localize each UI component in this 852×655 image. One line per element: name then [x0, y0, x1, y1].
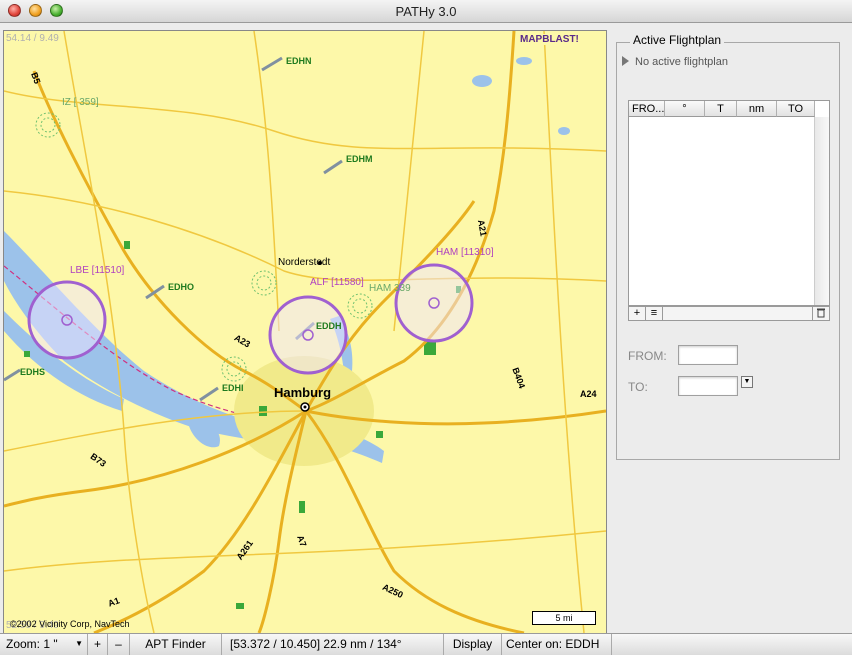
zoom-out-button[interactable]: – [108, 634, 130, 655]
column-header-t[interactable]: T [705, 101, 737, 117]
airport-label-edhn[interactable]: EDHN [286, 56, 312, 66]
from-field[interactable] [678, 345, 738, 365]
title-bar: PATHy 3.0 [0, 0, 852, 23]
airport-label-edhs[interactable]: EDHS [20, 367, 45, 377]
to-dropdown-button[interactable]: ▼ [741, 376, 753, 388]
ndb-label-ham[interactable]: HAM 339 [369, 283, 411, 294]
road-label-a24: A24 [580, 389, 597, 399]
airport-label-edhi[interactable]: EDHI [222, 383, 244, 393]
navaid-label-alf[interactable]: ALF [11580] [310, 277, 364, 288]
from-label: FROM: [628, 349, 667, 363]
airport-label-eddh[interactable]: EDDH [316, 321, 342, 331]
column-header-nm[interactable]: nm [737, 101, 777, 117]
table-scrollbar[interactable] [814, 117, 829, 305]
city-label-norderstedt: Norderstedt [278, 257, 331, 268]
corner-coordinate-top: 54.14 / 9.49 [6, 33, 59, 44]
map-view[interactable]: 54.14 / 9.49 52.59 / 9.49 MAPBLAST! ©200… [3, 30, 607, 634]
flightplan-status[interactable]: No active flightplan [622, 56, 728, 68]
map-copyright: ©2002 Vicinity Corp, NavTech [10, 619, 130, 629]
navaid-label-lbe[interactable]: LBE [11510] [70, 265, 124, 276]
cursor-position-readout: [53.372 / 10.450] 22.9 nm / 134° [222, 634, 444, 655]
to-label: TO: [628, 380, 648, 394]
disclosure-triangle-icon[interactable] [622, 56, 629, 66]
ndb-label-iz[interactable]: IZ [ 359] [62, 97, 99, 108]
airport-label-edho[interactable]: EDHO [168, 282, 194, 292]
flightplan-title: Active Flightplan [630, 33, 725, 47]
zoom-select[interactable]: Zoom: 1 " ▼ [2, 634, 88, 655]
airport-label-edhm[interactable]: EDHM [346, 154, 373, 164]
status-bar: Zoom: 1 " ▼ + – APT Finder [53.372 / 10.… [0, 633, 852, 655]
zoom-value: Zoom: 1 " [6, 637, 58, 651]
mapblast-logo: MAPBLAST! [520, 34, 579, 45]
scale-label: 5 mi [555, 613, 573, 623]
city-label-hamburg: Hamburg [274, 385, 332, 400]
list-view-button[interactable]: ≡ [646, 307, 663, 320]
column-header-from[interactable]: FRO... [629, 101, 665, 117]
column-header-degrees[interactable]: ° [665, 101, 705, 117]
flightplan-table[interactable]: FRO... ° T nm TO [628, 100, 830, 306]
window-title: PATHy 3.0 [395, 4, 457, 19]
display-button[interactable]: Display [444, 634, 502, 655]
to-field[interactable] [678, 376, 738, 396]
table-toolbar: + ≡ [628, 306, 830, 321]
trash-icon[interactable] [812, 307, 829, 320]
column-header-to[interactable]: TO [777, 101, 815, 117]
center-on-button[interactable]: Center on: EDDH [502, 634, 612, 655]
navaid-label-ham[interactable]: HAM [11310] [436, 247, 494, 258]
apt-finder-button[interactable]: APT Finder [130, 634, 222, 655]
flightplan-status-text: No active flightplan [635, 56, 728, 68]
add-waypoint-button[interactable]: + [629, 307, 646, 320]
scale-bar: 5 mi [532, 611, 596, 625]
chevron-down-icon: ▼ [75, 639, 83, 648]
zoom-in-button[interactable]: + [88, 634, 108, 655]
